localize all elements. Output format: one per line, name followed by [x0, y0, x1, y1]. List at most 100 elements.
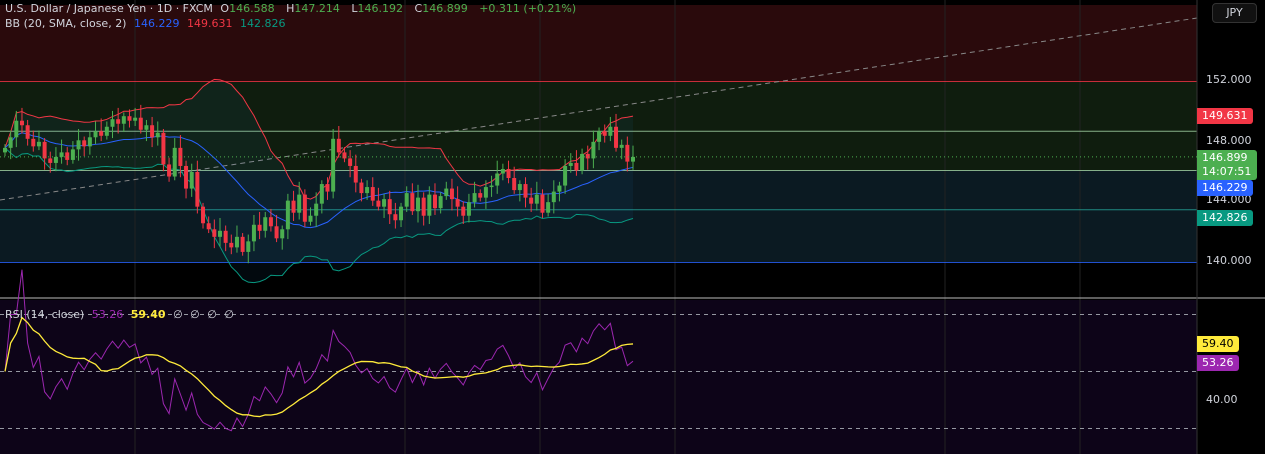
candle-body — [297, 194, 302, 213]
candle-body — [302, 194, 307, 222]
candle-body — [144, 125, 149, 130]
candle-body — [172, 147, 177, 177]
bb-basis-value: 146.229 — [133, 17, 180, 30]
candle-body — [506, 168, 511, 179]
candle-body — [70, 149, 75, 160]
symbol-legend: U.S. Dollar / Japanese Yen · 1D · FXCM O… — [5, 2, 580, 15]
candle-body — [36, 141, 41, 147]
candle-body — [421, 197, 426, 216]
bb-lower-tag: 142.826 — [1197, 210, 1253, 226]
candle-body — [365, 187, 370, 194]
rsi-tag: 53.26 — [1197, 355, 1239, 371]
candle-body — [246, 241, 251, 252]
candle-body — [534, 194, 539, 204]
candle-body — [382, 199, 387, 207]
chart-canvas[interactable] — [0, 0, 1265, 454]
candle-body — [184, 165, 189, 189]
change-value: +0.311 (+0.21%) — [479, 2, 577, 15]
bb-lower-value: 142.826 — [239, 17, 286, 30]
rsi-label: RSI (14, close) — [5, 308, 85, 321]
candle-body — [557, 185, 562, 192]
candle-body — [472, 193, 477, 203]
candle-body — [314, 203, 319, 216]
candle-body — [93, 131, 98, 138]
candle-body — [138, 117, 143, 130]
candle-body — [161, 132, 166, 165]
ohlc-low: L146.192 — [351, 2, 407, 15]
candle-body — [342, 152, 347, 159]
candle-body — [263, 217, 268, 231]
candle-body — [512, 178, 517, 191]
candle-body — [127, 116, 132, 121]
currency-button[interactable]: JPY — [1212, 3, 1257, 23]
candle-body — [48, 158, 53, 163]
candle-body — [399, 206, 404, 221]
candle-body — [602, 131, 607, 136]
candle-body — [110, 119, 115, 127]
candle-body — [121, 116, 126, 124]
candle-body — [625, 144, 630, 162]
candle-body — [19, 120, 24, 126]
candle-body — [614, 126, 619, 148]
candle-body — [257, 224, 262, 231]
candle-body — [189, 171, 194, 189]
h-value: 147.214 — [294, 2, 340, 15]
candle-body — [495, 173, 500, 186]
candle-body — [331, 138, 336, 192]
candle-body — [500, 168, 505, 174]
rsi-legend[interactable]: RSI (14, close) 53.26 59.40 ∅ ∅ ∅ ∅ — [5, 308, 238, 321]
candle-body — [99, 131, 104, 136]
candle-body — [150, 125, 155, 138]
candle-body — [116, 119, 121, 124]
candle-body — [416, 197, 421, 212]
bb-label: BB (20, SMA, close, 2) — [5, 17, 127, 30]
candle-body — [444, 188, 449, 197]
candle-body — [427, 194, 432, 216]
candle-body — [25, 125, 30, 139]
candle-body — [353, 165, 358, 183]
candle-body — [229, 242, 234, 248]
candle-body — [274, 226, 279, 239]
l-label: L — [351, 2, 358, 15]
candle-body — [167, 164, 172, 177]
candle-body — [359, 182, 364, 194]
bb-legend[interactable]: BB (20, SMA, close, 2) 146.229 149.631 1… — [5, 17, 289, 30]
candle-body — [59, 152, 64, 157]
candle-body — [280, 229, 285, 239]
candle-body — [3, 147, 7, 153]
candle-body — [319, 184, 324, 204]
candle-body — [551, 191, 556, 203]
candle-body — [517, 184, 522, 191]
rsi-tick: 40.00 — [1206, 393, 1238, 406]
candle-body — [234, 236, 239, 248]
rsi-na-value: ∅ — [190, 308, 200, 321]
candle-body — [133, 117, 138, 121]
ohlc-open: O146.588 — [220, 2, 278, 15]
rsi-ma-value: 59.40 — [130, 308, 166, 321]
last-price-tag: 146.899 14:07:51 — [1197, 150, 1257, 180]
candle-body — [82, 140, 87, 147]
candle-body — [410, 193, 415, 212]
candle-body — [370, 187, 375, 201]
last-price: 146.899 — [1202, 151, 1248, 164]
candle-body — [14, 120, 19, 138]
candle-body — [540, 194, 545, 213]
bb-basis-tag: 146.229 — [1197, 180, 1253, 196]
candle-body — [212, 229, 217, 237]
ohlc-high: H147.214 — [286, 2, 344, 15]
candle-body — [240, 236, 245, 252]
candle-body — [619, 144, 624, 148]
candle-body — [449, 188, 454, 200]
o-label: O — [220, 2, 230, 15]
bb-upper-value: 149.631 — [186, 17, 233, 30]
candle-body — [336, 138, 341, 153]
candle-body — [325, 184, 330, 192]
candle-body — [432, 194, 437, 209]
symbol-title: U.S. Dollar / Japanese Yen · 1D · FXCM — [5, 2, 213, 15]
candle-body — [268, 217, 273, 227]
candle-body — [608, 126, 613, 136]
candle-body — [155, 132, 160, 138]
candle-body — [466, 202, 471, 216]
candle-body — [483, 187, 488, 198]
rsi-na-value: ∅ — [224, 308, 234, 321]
